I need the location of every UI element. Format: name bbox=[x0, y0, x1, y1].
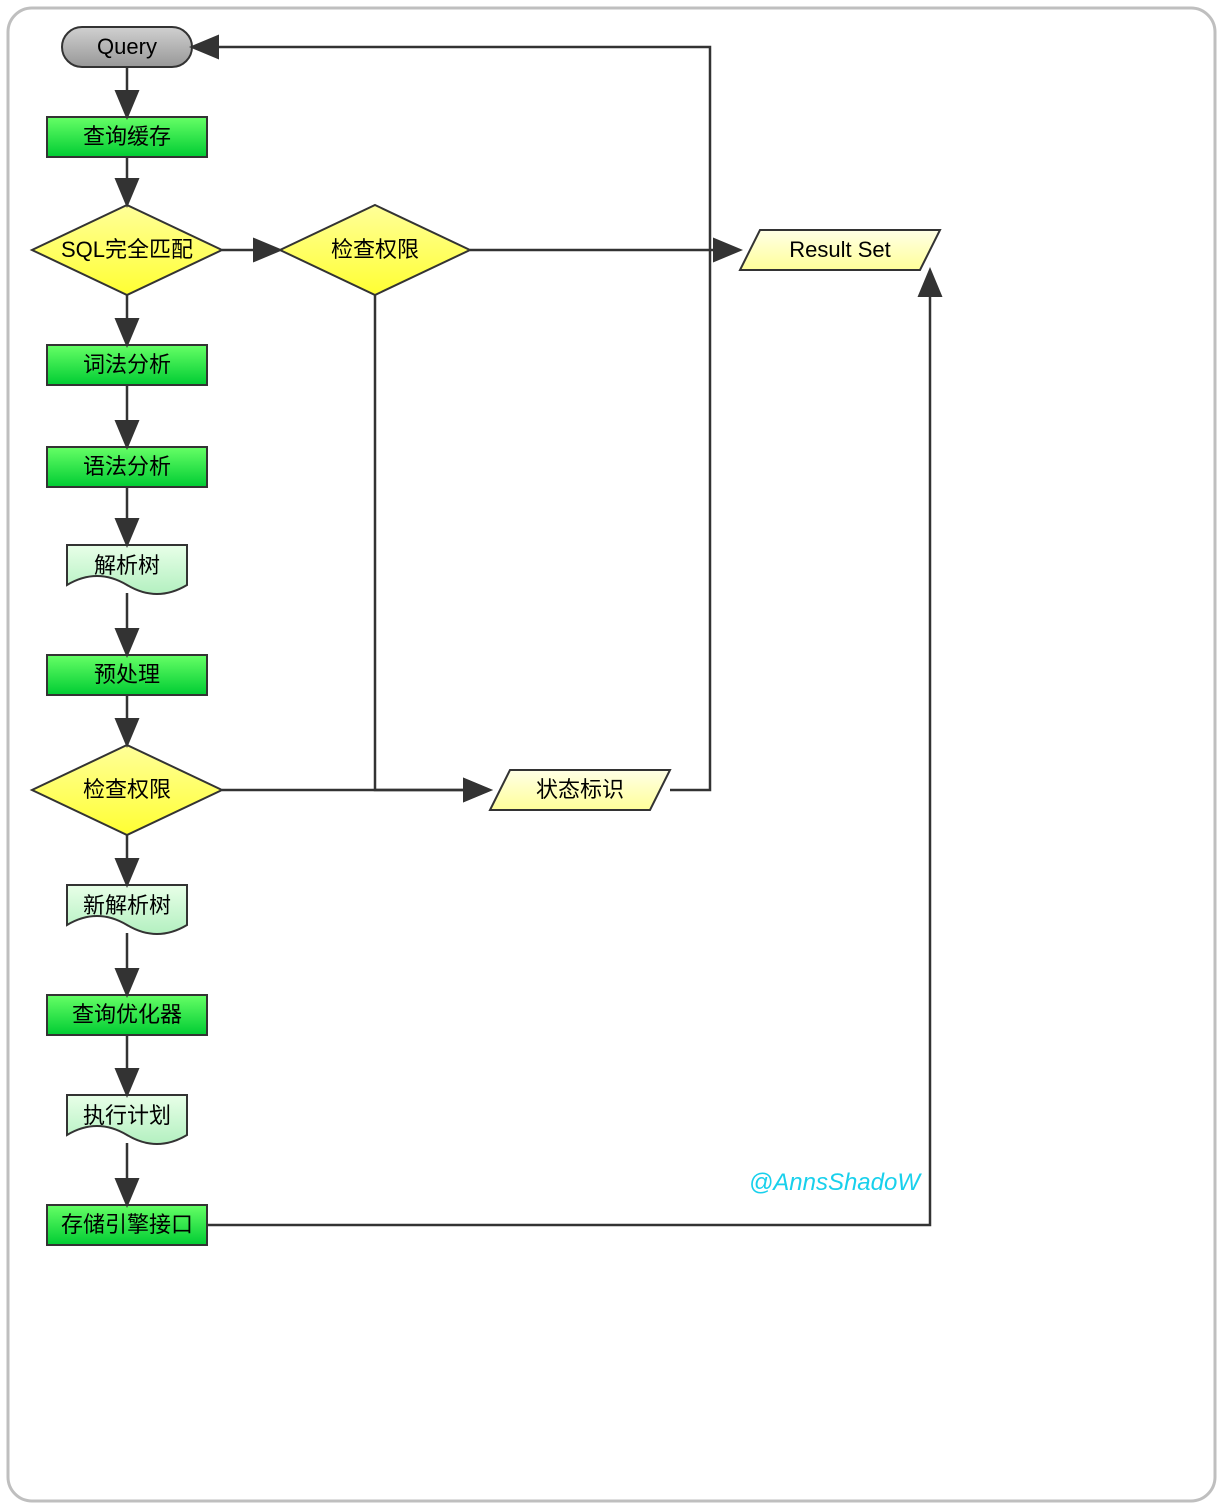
node-newtree-label: 新解析树 bbox=[83, 893, 171, 918]
node-parser-label: 语法分析 bbox=[83, 454, 171, 479]
node-cache: 查询缓存 bbox=[47, 117, 207, 157]
node-resultset: Result Set bbox=[740, 230, 940, 270]
node-preprocess-label: 预处理 bbox=[94, 662, 160, 687]
node-resultset-label: Result Set bbox=[789, 237, 891, 262]
node-checkperm2-label: 检查权限 bbox=[83, 777, 171, 802]
diagram-border bbox=[8, 8, 1215, 1501]
node-query-label: Query bbox=[97, 34, 157, 59]
node-optimizer-label: 查询优化器 bbox=[72, 1002, 182, 1027]
node-storage: 存储引擎接口 bbox=[47, 1205, 207, 1245]
node-parser: 语法分析 bbox=[47, 447, 207, 487]
watermark: @AnnsShadoW bbox=[749, 1169, 922, 1196]
node-optimizer: 查询优化器 bbox=[47, 995, 207, 1035]
node-statusflag: 状态标识 bbox=[490, 770, 670, 810]
node-lexer: 词法分析 bbox=[47, 345, 207, 385]
node-lexer-label: 词法分析 bbox=[83, 352, 171, 377]
node-sqlmatch-label: SQL完全匹配 bbox=[61, 237, 193, 262]
node-query: Query bbox=[62, 27, 192, 67]
flowchart-diagram: Query 查询缓存 SQL完全匹配 检查权限 Result Set 词法分析 … bbox=[0, 0, 1223, 1509]
node-preprocess: 预处理 bbox=[47, 655, 207, 695]
node-statusflag-label: 状态标识 bbox=[536, 777, 624, 802]
node-execplan-label: 执行计划 bbox=[83, 1103, 171, 1128]
node-cache-label: 查询缓存 bbox=[83, 124, 171, 149]
node-storage-label: 存储引擎接口 bbox=[61, 1212, 193, 1237]
node-checkperm1-label: 检查权限 bbox=[331, 237, 419, 262]
node-parsetree-label: 解析树 bbox=[94, 553, 160, 578]
